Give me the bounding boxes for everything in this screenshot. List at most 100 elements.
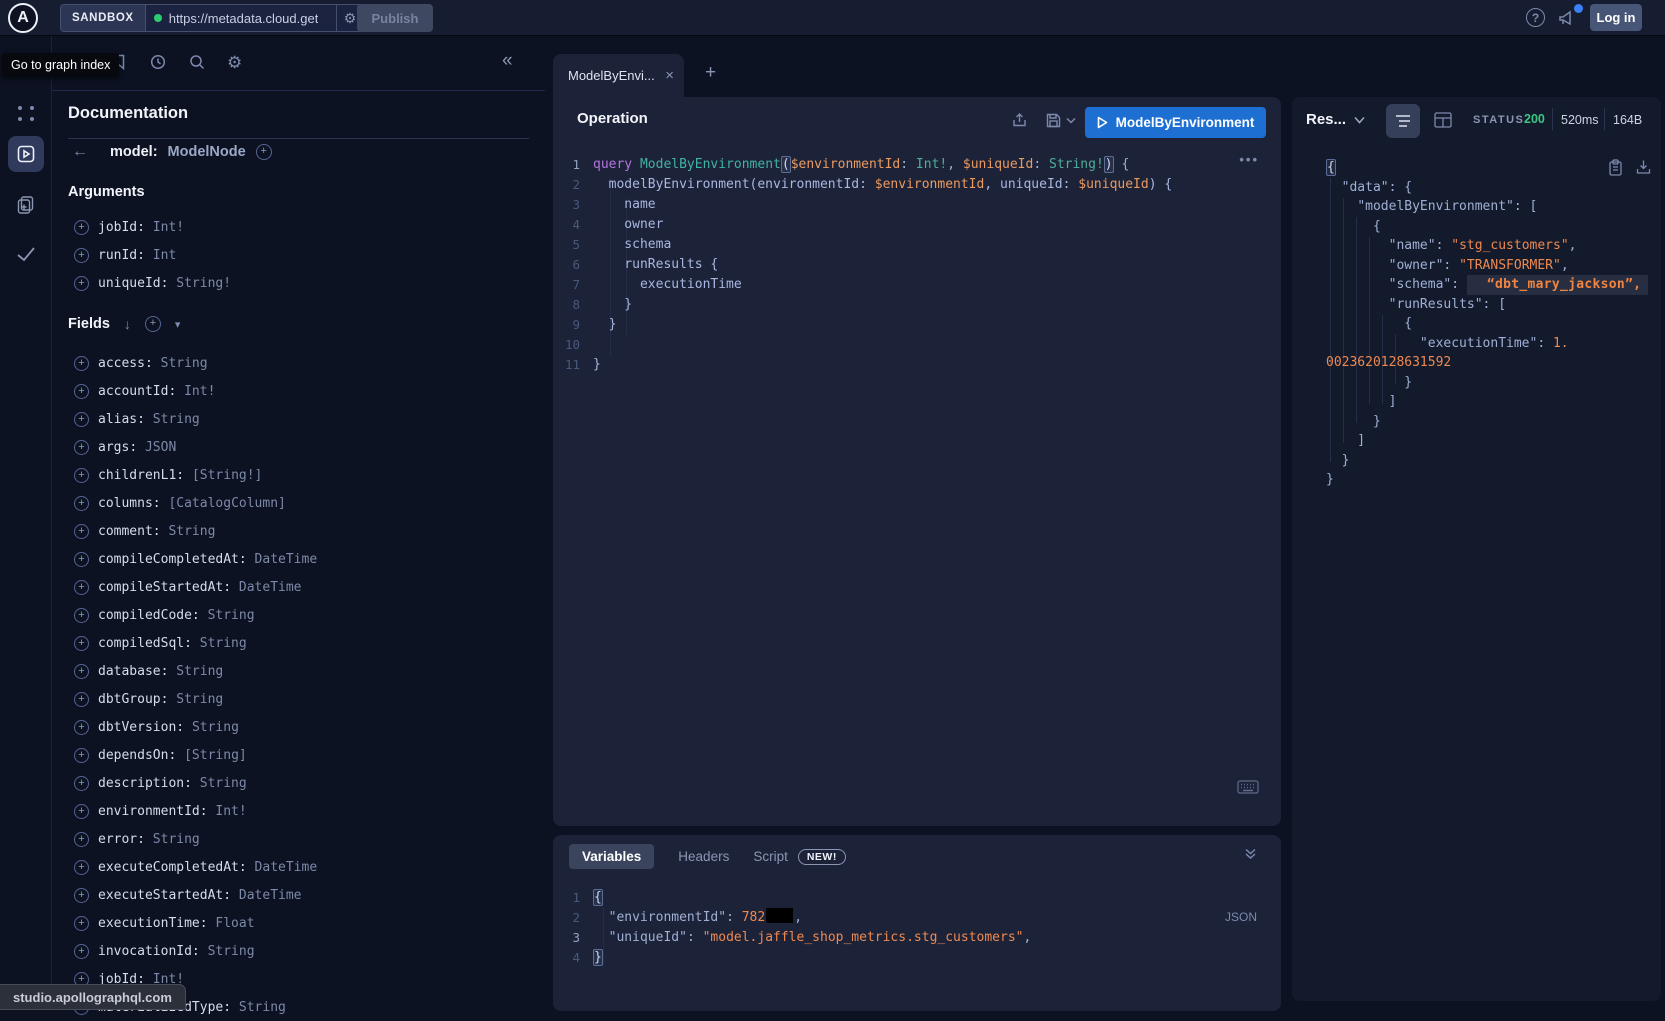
add-field-button[interactable]: + xyxy=(74,804,89,819)
sort-down-icon[interactable]: ↓ xyxy=(124,316,131,332)
add-field-button[interactable]: + xyxy=(74,356,89,371)
field-type[interactable]: String xyxy=(176,664,223,679)
history-icon[interactable] xyxy=(149,53,167,71)
field-type[interactable]: Int! xyxy=(184,384,215,399)
field-name[interactable]: environmentId: xyxy=(98,804,215,819)
login-button[interactable]: Log in xyxy=(1590,4,1642,31)
field-name[interactable]: accountId: xyxy=(98,384,184,399)
field-name[interactable]: description: xyxy=(98,776,200,791)
field-type[interactable]: [String!] xyxy=(192,468,262,483)
new-tab-button[interactable]: + xyxy=(705,62,716,84)
argument-type[interactable]: String! xyxy=(176,276,231,291)
publish-button[interactable]: Publish xyxy=(357,4,433,32)
response-panel-title[interactable]: Res... xyxy=(1306,111,1346,128)
collapse-panel-icon[interactable]: « xyxy=(502,50,513,72)
sidebar-item-schema[interactable] xyxy=(0,194,52,216)
field-name[interactable]: dependsOn: xyxy=(98,748,184,763)
field-type[interactable]: String xyxy=(192,720,239,735)
add-field-button[interactable]: + xyxy=(74,776,89,791)
add-field-button[interactable]: + xyxy=(74,468,89,483)
field-type[interactable]: String xyxy=(239,1000,286,1015)
help-icon[interactable]: ? xyxy=(1526,8,1545,27)
add-field-button[interactable]: + xyxy=(74,412,89,427)
add-all-fields-button[interactable]: + xyxy=(145,316,161,332)
add-field-button[interactable]: + xyxy=(74,496,89,511)
tab-variables[interactable]: Variables xyxy=(569,844,654,869)
add-field-button[interactable]: + xyxy=(74,888,89,903)
field-type[interactable]: String xyxy=(208,608,255,623)
add-field-button[interactable]: + xyxy=(74,524,89,539)
field-type[interactable]: [CatalogColumn] xyxy=(168,496,285,511)
field-name[interactable]: access: xyxy=(98,356,161,371)
save-dropdown-chevron-icon[interactable] xyxy=(1066,117,1076,124)
field-type[interactable]: JSON xyxy=(145,440,176,455)
field-name[interactable]: args: xyxy=(98,440,145,455)
breadcrumb-type[interactable]: ModelNode xyxy=(168,144,246,160)
chevron-down-icon[interactable]: ▾ xyxy=(175,318,181,331)
response-dropdown-chevron-icon[interactable] xyxy=(1354,116,1365,124)
sidebar-item-explorer[interactable] xyxy=(8,136,44,172)
back-arrow-icon[interactable]: ← xyxy=(72,143,88,161)
add-field-button[interactable]: + xyxy=(74,720,89,735)
field-name[interactable]: invocationId: xyxy=(98,944,208,959)
sidebar-item-checks[interactable] xyxy=(0,243,52,265)
field-name[interactable]: error: xyxy=(98,832,153,847)
field-type[interactable]: Int! xyxy=(215,804,246,819)
field-type[interactable]: DateTime xyxy=(255,552,318,567)
apollo-logo[interactable]: A xyxy=(8,3,38,33)
settings-gear-icon[interactable]: ⚙ xyxy=(227,53,242,73)
add-field-button[interactable]: + xyxy=(74,832,89,847)
keyboard-shortcuts-icon[interactable] xyxy=(1237,780,1259,794)
field-type[interactable]: DateTime xyxy=(255,860,318,875)
table-view-button[interactable] xyxy=(1434,112,1452,128)
endpoint-url-wrap[interactable]: https://metadata.cloud.get xyxy=(146,5,336,31)
field-type[interactable]: String xyxy=(176,692,223,707)
collapse-variables-icon[interactable] xyxy=(1244,847,1257,860)
argument-name[interactable]: jobId: xyxy=(98,220,153,235)
add-field-button[interactable]: + xyxy=(74,384,89,399)
argument-name[interactable]: runId: xyxy=(98,248,153,263)
field-name[interactable]: comment: xyxy=(98,524,168,539)
field-name[interactable]: executeStartedAt: xyxy=(98,888,239,903)
field-type[interactable]: String xyxy=(161,356,208,371)
field-name[interactable]: compiledCode: xyxy=(98,608,208,623)
field-name[interactable]: compiledSql: xyxy=(98,636,200,651)
add-field-button[interactable]: + xyxy=(74,552,89,567)
field-name[interactable]: childrenL1: xyxy=(98,468,192,483)
field-type[interactable]: Float xyxy=(215,916,254,931)
add-argument-button[interactable]: + xyxy=(74,220,89,235)
field-name[interactable]: compileStartedAt: xyxy=(98,580,239,595)
query-editor[interactable]: 1query ModelByEnvironment($environmentId… xyxy=(553,155,1273,375)
field-name[interactable]: dbtGroup: xyxy=(98,692,176,707)
field-type[interactable]: String xyxy=(153,832,200,847)
search-icon[interactable] xyxy=(188,53,206,71)
field-name[interactable]: executeCompletedAt: xyxy=(98,860,255,875)
endpoint-url-input[interactable]: https://metadata.cloud.get xyxy=(169,11,319,26)
variables-editor[interactable]: 1{2 "environmentId": 782,3 "uniqueId": "… xyxy=(553,888,1273,968)
add-field-button[interactable]: + xyxy=(74,636,89,651)
response-viewer[interactable]: { "data": { "modelByEnvironment": [ { "n… xyxy=(1326,158,1656,490)
add-field-button[interactable]: + xyxy=(74,692,89,707)
add-field-button[interactable]: + xyxy=(256,144,272,160)
argument-type[interactable]: Int xyxy=(153,248,176,263)
share-button[interactable] xyxy=(1011,112,1028,129)
field-name[interactable]: database: xyxy=(98,664,176,679)
field-name[interactable]: columns: xyxy=(98,496,168,511)
field-type[interactable]: [String] xyxy=(184,748,247,763)
field-type[interactable]: DateTime xyxy=(239,888,302,903)
add-field-button[interactable]: + xyxy=(74,916,89,931)
add-field-button[interactable]: + xyxy=(74,440,89,455)
tab-headers[interactable]: Headers xyxy=(678,844,729,869)
field-name[interactable]: alias: xyxy=(98,412,153,427)
add-field-button[interactable]: + xyxy=(74,608,89,623)
field-type[interactable]: DateTime xyxy=(239,580,302,595)
formatted-view-button[interactable] xyxy=(1386,104,1420,138)
field-type[interactable]: String xyxy=(168,524,215,539)
close-tab-icon[interactable]: × xyxy=(665,67,674,84)
field-name[interactable]: dbtVersion: xyxy=(98,720,192,735)
field-type[interactable]: String xyxy=(200,636,247,651)
add-field-button[interactable]: + xyxy=(74,748,89,763)
add-field-button[interactable]: + xyxy=(74,944,89,959)
run-operation-button[interactable]: ModelByEnvironment xyxy=(1085,107,1266,138)
argument-name[interactable]: uniqueId: xyxy=(98,276,176,291)
